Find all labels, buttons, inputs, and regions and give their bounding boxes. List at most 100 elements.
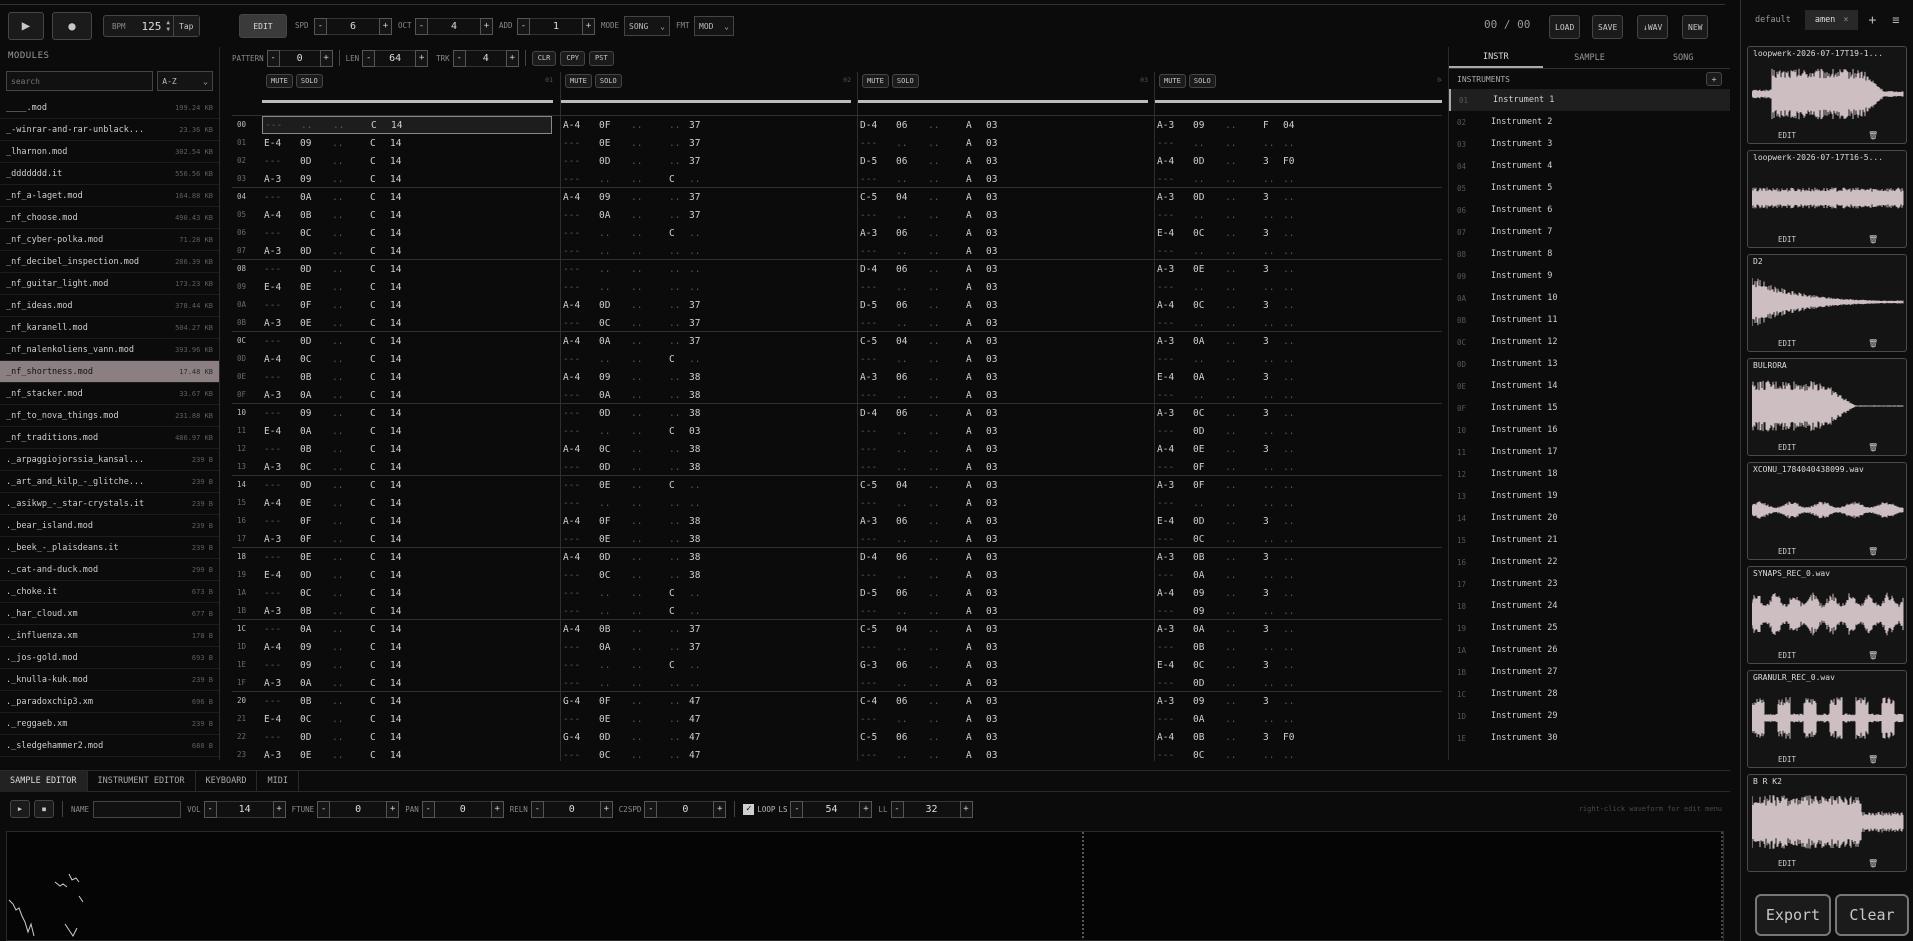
pattern-cell[interactable]: D-5 06.. A 03 [858,296,1148,314]
instrument-item[interactable]: 01 Instrument 1 [1449,89,1730,111]
instrument-item[interactable]: 1B Instrument 27 [1449,661,1730,683]
instrument-item[interactable]: 16 Instrument 22 [1449,551,1730,573]
pattern-cell[interactable]: D-4 06.. A 03 [858,116,1148,134]
pattern-cell[interactable]: A-4 0D.... 38 [561,548,851,566]
tap-button[interactable]: Tap [173,16,199,36]
pattern-cell[interactable]: D-4 06.. A 03 [858,404,1148,422]
c2spd-increment[interactable]: + [713,800,727,818]
pattern-cell[interactable]: C-5 04.. A 03 [858,332,1148,350]
pattern-cell[interactable]: --- 0D.. C 14 [262,152,552,170]
pattern-cell[interactable]: A-4 0C.. 3.. [1155,296,1442,314]
pattern-cell[interactable]: E-4 0C.. C 14 [262,710,552,728]
ls-decrement[interactable]: - [790,800,804,818]
pattern-cell[interactable]: A-4 09.. C 14 [262,638,552,656]
pattern-cell[interactable]: E-4 0E.. C 14 [262,278,552,296]
paste-pattern-button[interactable]: PST [589,50,614,66]
trash-icon[interactable]: 🗑 [1868,235,1878,244]
pattern-stepper[interactable]: -0 + [266,48,333,68]
pattern-cell[interactable]: ---.... A 03 [858,566,1148,584]
ftune-increment[interactable]: + [386,800,400,818]
pattern-cell[interactable]: ---.... C.. [561,584,851,602]
instrument-item[interactable]: 13 Instrument 19 [1449,485,1730,507]
module-item[interactable]: _nf_to_nova_things.mod 231.88 KB [0,405,219,427]
pattern-cell[interactable]: --- 09...... [1155,602,1442,620]
pattern-cell[interactable]: A-3 0F...... [1155,476,1442,494]
pattern-cell[interactable]: ---.... A 03 [858,638,1148,656]
pattern-cell[interactable]: --- 0D.... 38 [561,458,851,476]
mute-button[interactable]: MUTE [565,74,592,88]
waveform-canvas[interactable] [7,832,1723,940]
pattern-cell[interactable]: A-4 09.. 3.. [1155,584,1442,602]
oct-decrement[interactable]: - [415,17,428,35]
pattern-cell[interactable]: --- 0E.. C.. [561,476,851,494]
pattern-cell[interactable]: ---.... A 03 [858,314,1148,332]
pattern-cell[interactable]: --- 0A.... 37 [561,638,851,656]
pattern-cell[interactable]: D-5 06.. A 03 [858,584,1148,602]
ftune-decrement[interactable]: - [317,800,331,818]
pattern-cell[interactable]: A-3 09.. C 14 [262,170,552,188]
tab-sample[interactable]: SAMPLE [1543,47,1637,68]
sample-play-button[interactable]: ▶ [10,800,30,818]
sample-stop-button[interactable]: ■ [34,800,54,818]
pattern-cell[interactable]: ---.... A 03 [858,422,1148,440]
instrument-item[interactable]: 1A Instrument 26 [1449,639,1730,661]
pattern-cell[interactable]: ---........ [561,242,851,260]
pattern-cell[interactable]: A-3 0D.. 3.. [1155,188,1442,206]
pattern-cell[interactable]: D-4 06.. A 03 [858,548,1148,566]
pattern-cell[interactable]: E-4 0C.. 3.. [1155,224,1442,242]
pattern-cell[interactable]: --- 0A...... [1155,710,1442,728]
pattern-cell[interactable]: E-4 0A.. 3.. [1155,368,1442,386]
module-item[interactable]: ._knulla-kuk.mod 239 B [0,669,219,691]
module-item[interactable]: ._sledgehammer2.mod 688 B [0,735,219,757]
tab-midi[interactable]: MIDI [257,770,299,792]
pattern-cell[interactable]: A-4 0E.. 3.. [1155,440,1442,458]
pattern-cell[interactable]: ---.... A 03 [858,386,1148,404]
module-item[interactable]: _nf_karanell.mod 504.27 KB [0,317,219,339]
pattern-cell[interactable]: C-4 06.. A 03 [858,692,1148,710]
pattern-cell[interactable]: A-4 0C.... 38 [561,440,851,458]
module-sort-select[interactable]: A-Z ⌄ [157,71,213,91]
pattern-cell[interactable]: A-3 0E.. C 14 [262,314,552,332]
tab-instrument-editor[interactable]: INSTRUMENT EDITOR [88,770,196,792]
pan-increment[interactable]: + [490,800,504,818]
pattern-cell[interactable]: --- 0E.... 47 [561,710,851,728]
pattern-cell[interactable]: ---.... C 14 [262,116,552,134]
pattern-cell[interactable]: E-4 0A.. C 14 [262,422,552,440]
pan-stepper[interactable]: -0 + [421,799,504,819]
pattern-cell[interactable]: E-4 09.. C 14 [262,134,552,152]
edit-mode-button[interactable]: EDIT [239,14,287,38]
ftune-stepper[interactable]: -0 + [317,799,400,819]
module-item[interactable]: ._arpaggiojorssia_kansal... 239 B [0,449,219,471]
pattern-cell[interactable]: --- 0C.. C 14 [262,224,552,242]
pattern-cell[interactable]: C-5 04.. A 03 [858,188,1148,206]
module-item[interactable]: _-winrar-and-rar-unblack... 23.36 KB [0,119,219,141]
module-item[interactable]: _nf_choose.mod 490.43 KB [0,207,219,229]
pattern-cell[interactable]: ---........ [1155,134,1442,152]
module-item[interactable]: ._bear_island.mod 239 B [0,515,219,537]
instrument-item[interactable]: 19 Instrument 25 [1449,617,1730,639]
instrument-item[interactable]: 15 Instrument 21 [1449,529,1730,551]
instrument-item[interactable]: 12 Instrument 18 [1449,463,1730,485]
pattern-cell[interactable]: ---........ [561,278,851,296]
pattern-cell[interactable]: ---.... A 03 [858,458,1148,476]
pattern-cell[interactable]: A-3 09.. F 04 [1155,116,1442,134]
pattern-cell[interactable]: ---.... A 03 [858,350,1148,368]
pattern-cell[interactable]: A-4 0B.. C 14 [262,206,552,224]
clear-pattern-button[interactable]: CLR [531,50,557,66]
close-icon[interactable]: × [1843,15,1848,25]
len-decrement[interactable]: - [362,49,376,67]
ll-decrement[interactable]: - [890,800,904,818]
module-item[interactable]: ._jos-gold.mod 693 B [0,647,219,669]
tab-amen[interactable]: amen × [1804,10,1859,30]
oct-stepper[interactable]: -4 + [415,16,493,36]
pattern-cell[interactable]: A-4 0B.. 3 F0 [1155,728,1442,746]
pattern-increment[interactable]: + [319,49,333,67]
add-decrement[interactable]: - [517,17,530,35]
pattern-cell[interactable]: C-5 06.. A 03 [858,728,1148,746]
sample-card[interactable]: BULRORA EDIT 🗑 [1747,358,1907,456]
trash-icon[interactable]: 🗑 [1868,859,1878,868]
solo-button[interactable]: SOLO [295,74,323,88]
module-item[interactable]: _nf_guitar_light.mod 173.23 KB [0,273,219,295]
pattern-cell[interactable]: ---........ [1155,386,1442,404]
module-item[interactable]: ____.mod 199.24 KB [0,97,219,119]
